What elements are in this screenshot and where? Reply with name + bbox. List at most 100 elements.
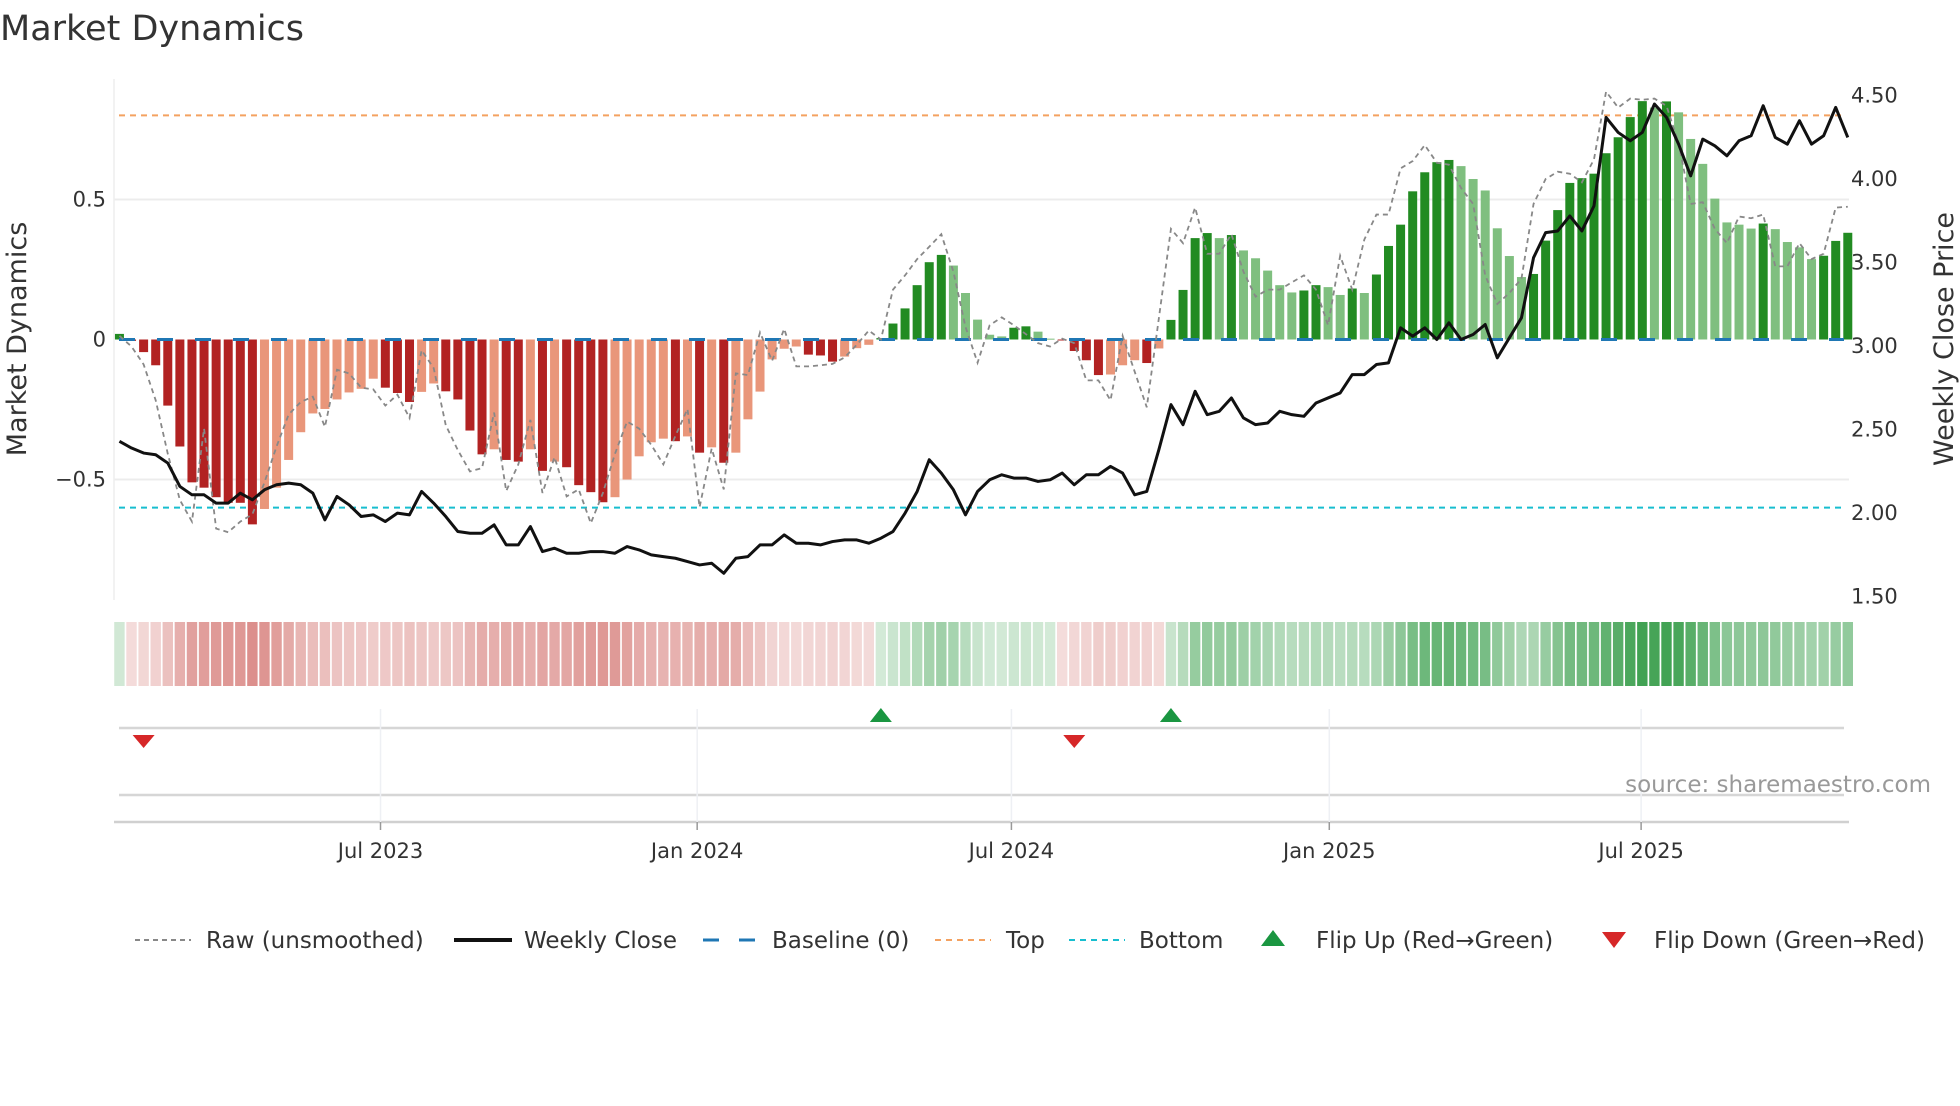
- bar: [731, 339, 741, 453]
- bar: [1601, 153, 1611, 340]
- heat-cell: [1371, 622, 1382, 686]
- bar: [695, 339, 705, 453]
- bar: [586, 339, 596, 493]
- bar: [1408, 191, 1418, 340]
- heat-cell: [1504, 622, 1515, 686]
- bar: [670, 339, 680, 442]
- flip-up-marker: [869, 708, 892, 722]
- heat-cell: [1685, 622, 1696, 686]
- bar: [1009, 327, 1019, 340]
- heat-cell: [126, 622, 137, 686]
- heat-cell: [186, 622, 198, 686]
- bar: [1432, 162, 1442, 340]
- heat-cell: [1202, 622, 1213, 686]
- bar: [223, 339, 233, 503]
- bar: [658, 339, 668, 439]
- right-y-tick-label: 2.50: [1851, 418, 1898, 442]
- bar: [1831, 240, 1841, 340]
- heat-cell: [1395, 622, 1406, 686]
- heat-cell: [1830, 622, 1841, 686]
- bar: [1299, 290, 1309, 340]
- raw-unsmoothed-line: [118, 89, 1848, 534]
- heat-cell: [924, 622, 935, 686]
- heat-cell: [452, 622, 464, 686]
- heat-cell: [1419, 622, 1430, 686]
- heat-cell: [307, 622, 319, 686]
- heat-cell: [513, 622, 524, 686]
- right-y-tick-label: 4.50: [1851, 84, 1898, 108]
- heat-cell: [1625, 622, 1636, 686]
- heat-cell: [1443, 622, 1455, 686]
- heat-cell: [1141, 622, 1152, 686]
- bar: [1758, 223, 1768, 340]
- heat-cell: [1479, 622, 1491, 686]
- heat-cell: [1612, 622, 1624, 686]
- bar: [550, 339, 560, 462]
- heat-cell: [1093, 622, 1104, 686]
- bar: [1251, 258, 1261, 340]
- y-tick-label: 0: [93, 328, 106, 352]
- bar: [622, 339, 632, 480]
- heat-cell: [573, 622, 584, 686]
- heat-cell: [1117, 622, 1128, 686]
- heat-cell: [754, 622, 766, 686]
- bar: [803, 339, 813, 355]
- bar: [368, 339, 378, 379]
- heat-cell: [1347, 622, 1358, 686]
- heat-cell: [670, 622, 681, 686]
- heat-cell: [247, 622, 258, 686]
- heat-cell: [827, 622, 838, 686]
- bar: [1081, 339, 1091, 361]
- bar: [405, 339, 415, 402]
- bar: [477, 339, 487, 455]
- bar: [1347, 288, 1357, 340]
- heat-cell: [476, 622, 488, 686]
- heat-cell: [162, 622, 173, 686]
- bar: [973, 319, 983, 340]
- bar: [1577, 178, 1587, 340]
- raw-series: [118, 89, 1848, 534]
- legend-label: Bottom: [1139, 928, 1223, 954]
- bar: [634, 339, 644, 457]
- y-tick-label: −0.5: [55, 468, 106, 492]
- bar: [344, 339, 354, 393]
- bar: [1142, 339, 1152, 364]
- heat-cell: [392, 622, 403, 686]
- legend: Raw (unsmoothed) Weekly Close Baseline (0)…: [135, 928, 1925, 954]
- bar: [719, 339, 729, 463]
- heat-cell: [198, 622, 210, 686]
- bar: [1384, 245, 1394, 340]
- y-tick-label: 0.5: [73, 187, 106, 211]
- heat-cell: [1516, 622, 1527, 686]
- heat-cell: [1274, 622, 1285, 686]
- heat-cell: [537, 622, 548, 686]
- bar: [1492, 228, 1502, 340]
- heat-cell: [1588, 622, 1600, 686]
- bar: [1093, 339, 1103, 376]
- bar: [743, 339, 753, 420]
- heat-cell: [1818, 622, 1829, 686]
- bar: [936, 254, 946, 340]
- heat-cell: [283, 622, 294, 686]
- heat-cell: [210, 622, 222, 686]
- bar: [707, 339, 717, 448]
- right-y-axis-label: Weekly Close Price: [1929, 212, 1960, 466]
- bar: [948, 265, 958, 340]
- heat-cell: [1757, 622, 1769, 686]
- heat-cell: [549, 622, 560, 686]
- heat-cell: [646, 622, 657, 686]
- heat-cell: [404, 622, 415, 686]
- flip-down-marker: [132, 735, 155, 748]
- bar: [453, 339, 463, 400]
- bar: [960, 293, 970, 340]
- heat-cell: [1528, 622, 1539, 686]
- bar: [1166, 319, 1176, 340]
- bar: [151, 339, 161, 366]
- bar: [465, 339, 475, 431]
- left-y-axis-ticks: 0.5 0 −0.5: [55, 187, 106, 491]
- heat-cell: [1661, 622, 1672, 686]
- bar: [1541, 240, 1551, 340]
- market-dynamics-chart: Market Dynamics 0.5 0 −0.5 4.50 4.00 3.50 3.0…: [0, 9, 1960, 954]
- source-credit: source: sharemaestro.com: [1625, 772, 1931, 798]
- heat-cell: [488, 622, 500, 686]
